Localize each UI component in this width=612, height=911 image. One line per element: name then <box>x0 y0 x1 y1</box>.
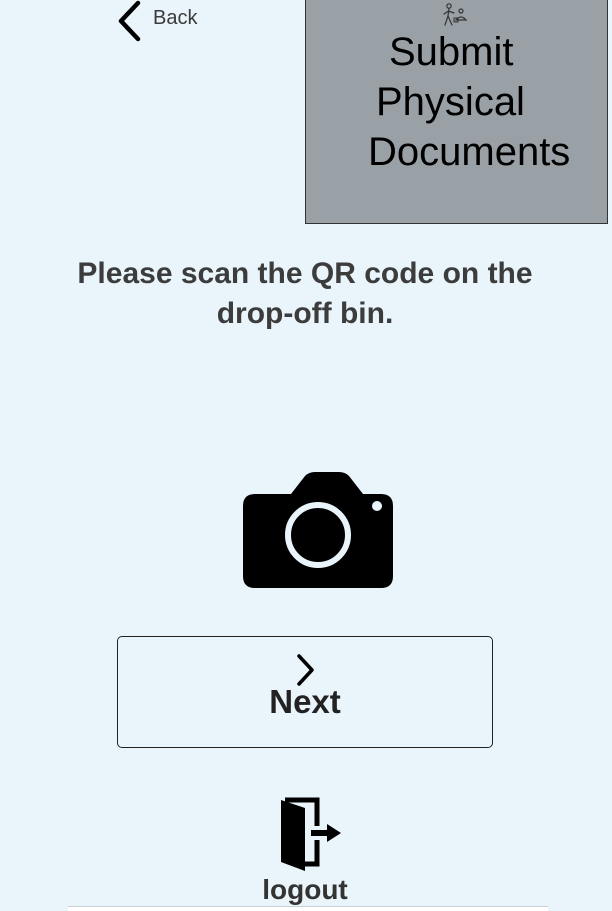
logout-door-icon <box>281 797 341 871</box>
camera-icon <box>243 472 393 588</box>
logout-button[interactable]: logout <box>255 796 355 910</box>
next-button[interactable]: Next <box>117 636 493 748</box>
instruction-text: Please scan the QR code on the drop-off … <box>77 257 533 330</box>
back-label: Back <box>153 7 198 29</box>
page-title-line-1: Submit <box>389 30 514 74</box>
next-label: Next <box>269 683 341 720</box>
page-title-line-3: Documents <box>368 130 571 174</box>
scan-camera-button[interactable] <box>243 472 393 588</box>
logout-label: logout <box>262 874 348 905</box>
chevron-left-icon <box>118 0 141 42</box>
page-title-box: Submit Physical Documents <box>305 0 608 224</box>
bottom-divider <box>68 906 548 911</box>
back-button[interactable]: Back <box>114 0 224 44</box>
chevron-right-icon <box>297 654 314 686</box>
person-dropping-box-icon <box>443 3 468 26</box>
page-title-line-2: Physical <box>376 80 525 124</box>
